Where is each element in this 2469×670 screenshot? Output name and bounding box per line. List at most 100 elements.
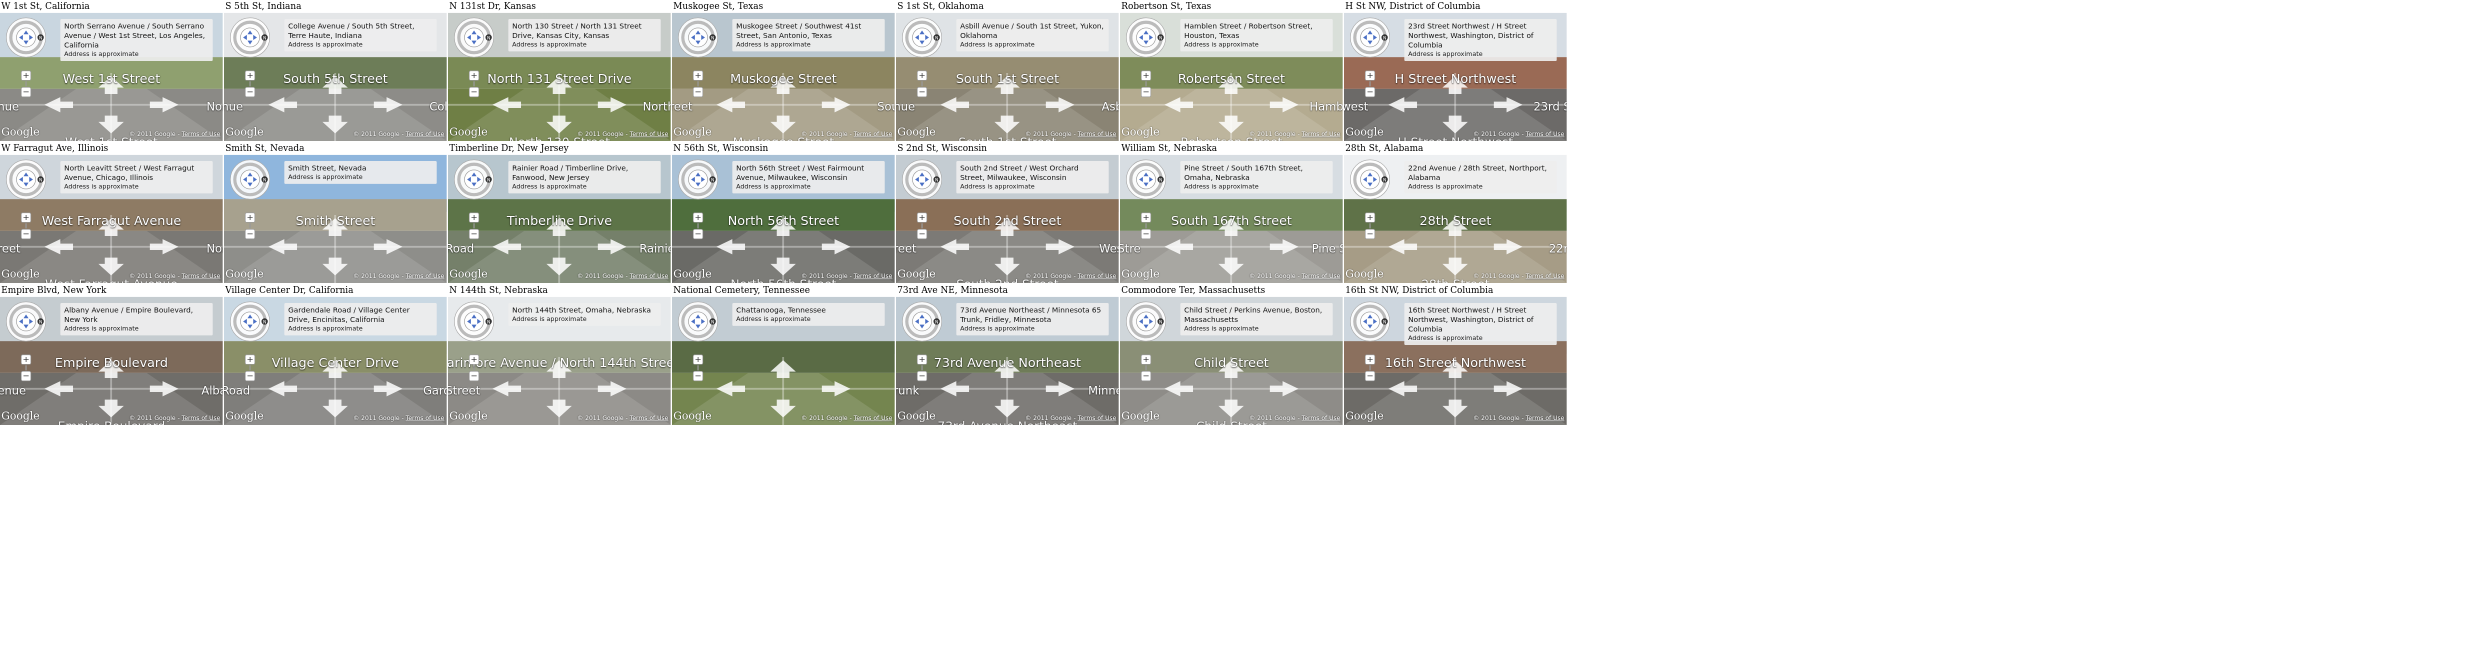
zoom-in-button[interactable]: + (20, 354, 32, 365)
google-logo[interactable]: Google (1, 126, 39, 139)
terms-of-use-link[interactable]: Terms of Use (630, 415, 669, 422)
google-logo[interactable]: Google (1, 410, 39, 423)
panorama-view[interactable]: Child Street Child Street N + − Child St… (1120, 296, 1343, 425)
street-label-main[interactable]: South 5th Street (283, 71, 388, 86)
compass-control[interactable]: N (677, 301, 719, 343)
zoom-in-button[interactable]: + (692, 70, 704, 81)
zoom-slider-track[interactable] (473, 81, 475, 87)
street-label-main[interactable]: 16th Street Northwest (1385, 355, 1526, 370)
street-label-main[interactable]: Child Street (1194, 355, 1269, 370)
zoom-slider-track[interactable] (473, 223, 475, 229)
zoom-out-button[interactable]: − (1140, 228, 1152, 240)
zoom-slider-track[interactable] (473, 365, 475, 371)
panorama-view[interactable]: South 167th Street Stre Pine S N + − Pin… (1120, 154, 1343, 283)
compass-control[interactable]: N (229, 159, 271, 201)
street-label-main[interactable]: West 1st Street (63, 71, 161, 86)
street-label-right[interactable]: Alba (201, 384, 222, 397)
street-label-main[interactable]: South 1st Street (956, 71, 1059, 86)
compass-control[interactable]: N (5, 159, 47, 201)
panorama-view[interactable]: South 2nd Street South 2nd Street reet W… (896, 154, 1119, 283)
google-logo[interactable]: Google (673, 410, 711, 423)
zoom-in-button[interactable]: + (692, 212, 704, 223)
street-label-left[interactable]: Road (448, 242, 474, 255)
zoom-in-button[interactable]: + (1364, 212, 1376, 223)
street-label-left[interactable]: runk (896, 384, 919, 397)
terms-of-use-link[interactable]: Terms of Use (406, 131, 445, 138)
zoom-slider-track[interactable] (921, 223, 923, 229)
zoom-slider-track[interactable] (1145, 81, 1147, 87)
zoom-out-button[interactable]: − (916, 86, 928, 98)
terms-of-use-link[interactable]: Terms of Use (1302, 273, 1341, 280)
compass-control[interactable]: N (901, 159, 943, 201)
google-logo[interactable]: Google (449, 126, 487, 139)
google-logo[interactable]: Google (897, 126, 935, 139)
zoom-slider-track[interactable] (697, 223, 699, 229)
terms-of-use-link[interactable]: Terms of Use (1078, 273, 1117, 280)
zoom-slider-track[interactable] (1369, 223, 1371, 229)
street-label-main[interactable]: West Farragut Avenue (42, 213, 182, 228)
street-label-right[interactable]: Rainie (639, 242, 671, 255)
google-logo[interactable]: Google (897, 268, 935, 281)
street-label-right[interactable]: Wes (1099, 242, 1119, 255)
google-logo[interactable]: Google (225, 410, 263, 423)
panorama-view[interactable]: Village Center Drive Road Gard N + − Gar… (224, 296, 447, 425)
street-label-right[interactable]: Minne (1088, 384, 1119, 397)
panorama-view[interactable]: Timberline Drive Road Rainie N + − Raini… (448, 154, 671, 283)
terms-of-use-link[interactable]: Terms of Use (406, 415, 445, 422)
zoom-out-button[interactable]: − (692, 228, 704, 240)
google-logo[interactable]: Google (1121, 410, 1159, 423)
google-logo[interactable]: Google (673, 126, 711, 139)
terms-of-use-link[interactable]: Terms of Use (1302, 415, 1341, 422)
google-logo[interactable]: Google (1345, 410, 1383, 423)
street-label-left[interactable]: reet (896, 242, 916, 255)
zoom-in-button[interactable]: + (1364, 70, 1376, 81)
panorama-view[interactable]: 16th Street Northwest N + − 16th Street … (1344, 296, 1567, 425)
zoom-out-button[interactable]: − (1140, 86, 1152, 98)
panorama-view[interactable]: Smith Street N + − Smith Street, Nevada … (224, 154, 447, 283)
zoom-slider-track[interactable] (1369, 81, 1371, 87)
zoom-in-button[interactable]: + (1140, 70, 1152, 81)
street-label-main[interactable]: South 2nd Street (954, 213, 1062, 228)
street-label-right[interactable]: Asb (1102, 100, 1119, 113)
zoom-in-button[interactable]: + (468, 70, 480, 81)
terms-of-use-link[interactable]: Terms of Use (182, 273, 221, 280)
google-logo[interactable]: Google (1345, 268, 1383, 281)
street-label-left[interactable]: reet (672, 100, 692, 113)
google-logo[interactable]: Google (1121, 126, 1159, 139)
compass-control[interactable]: N (1125, 17, 1167, 59)
zoom-in-button[interactable]: + (20, 70, 32, 81)
terms-of-use-link[interactable]: Terms of Use (630, 131, 669, 138)
street-label-left[interactable]: west (1344, 100, 1368, 113)
zoom-in-button[interactable]: + (244, 212, 256, 223)
street-label-right[interactable]: Gard (423, 384, 447, 397)
terms-of-use-link[interactable]: Terms of Use (854, 273, 893, 280)
street-label-right[interactable]: Pine S (1312, 242, 1343, 255)
terms-of-use-link[interactable]: Terms of Use (1526, 273, 1565, 280)
zoom-slider-track[interactable] (921, 365, 923, 371)
zoom-slider-track[interactable] (697, 81, 699, 87)
street-label-main[interactable]: H Street Northwest (1395, 71, 1517, 86)
compass-control[interactable]: N (453, 159, 495, 201)
panorama-view[interactable]: 28th Street 28th Street 22n N + − 22nd A… (1344, 154, 1567, 283)
compass-control[interactable]: N (229, 17, 271, 59)
panorama-view[interactable]: Muskogee Street Muskogee Street reet Sou… (672, 12, 895, 141)
panorama-view[interactable]: North 56th Street North 56th Street N + … (672, 154, 895, 283)
zoom-out-button[interactable]: − (692, 370, 704, 382)
zoom-out-button[interactable]: − (1364, 86, 1376, 98)
zoom-out-button[interactable]: − (1140, 370, 1152, 382)
street-label-main[interactable]: Village Center Drive (272, 355, 399, 370)
panorama-view[interactable]: West Farragut Avenue West Farragut Avenu… (0, 154, 223, 283)
zoom-in-button[interactable]: + (20, 212, 32, 223)
zoom-out-button[interactable]: − (468, 228, 480, 240)
terms-of-use-link[interactable]: Terms of Use (1526, 131, 1565, 138)
terms-of-use-link[interactable]: Terms of Use (854, 415, 893, 422)
compass-control[interactable]: N (677, 159, 719, 201)
panorama-view[interactable]: Robertson Street Robertson Street Hambl … (1120, 12, 1343, 141)
terms-of-use-link[interactable]: Terms of Use (182, 131, 221, 138)
terms-of-use-link[interactable]: Terms of Use (1302, 131, 1341, 138)
zoom-out-button[interactable]: − (916, 228, 928, 240)
zoom-slider-track[interactable] (1145, 223, 1147, 229)
google-logo[interactable]: Google (225, 126, 263, 139)
street-label-right[interactable]: 23rd S (1534, 100, 1567, 113)
panorama-view[interactable]: 73rd Avenue Northeast 73rd Avenue Northe… (896, 296, 1119, 425)
